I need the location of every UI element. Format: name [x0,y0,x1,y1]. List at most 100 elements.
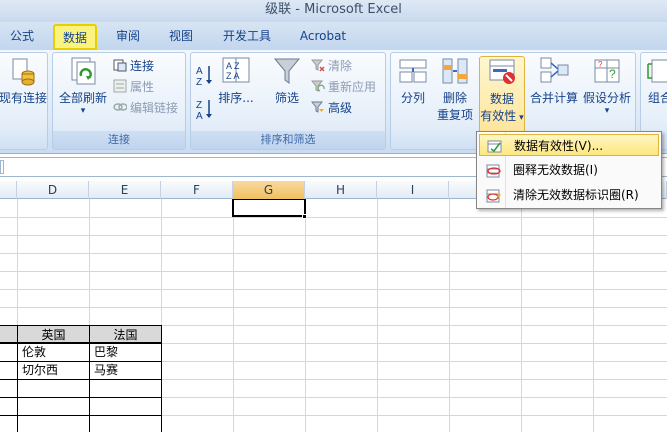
advanced-filter-icon [310,100,325,114]
group-sort-filter: AZ ZA A ZZ A 排序... 筛选 清除 重新应用 高级 排序和筛选 [190,52,386,150]
advanced-button[interactable]: 高级 [310,99,352,117]
properties-button[interactable]: 属性 [113,78,154,96]
connections-label: 连接 [130,59,155,73]
filter-label: 筛选 [274,91,299,105]
data-validation-label-2: 有效性 ▾ [480,109,524,123]
column-header-g[interactable]: G [233,181,305,199]
remove-duplicates-label-2: 重复项 [436,108,473,122]
edit-links-label: 编辑链接 [130,101,179,115]
properties-label: 属性 [130,80,155,94]
table-cell[interactable]: 巴黎 [90,343,161,361]
sort-za-text: Z A [226,71,240,81]
menu-item-label: 圈释无效数据(I) [513,163,598,177]
tab-view[interactable]: 视图 [163,24,199,50]
clear-button[interactable]: 清除 [310,57,353,75]
group-button[interactable]: 组合 [645,56,667,106]
name-box-edge[interactable] [0,160,4,174]
text-to-columns-button[interactable]: 分列 [395,56,431,106]
svg-text:?: ? [598,60,603,69]
group-get-external: 现有连接 [0,52,48,150]
group-connections-label: 连接 [53,131,185,149]
table-cell[interactable]: 切尔西 [18,361,89,379]
consolidate-button[interactable]: 合并计算 [528,56,580,106]
menu-item-circle-invalid[interactable]: 圈释无效数据(I) [479,159,659,181]
sort-descending-icon: ZA [196,100,212,122]
sort-ascending-button[interactable]: AZ [195,63,215,88]
link-icon [113,100,128,114]
sort-az-text: A Z [226,61,240,71]
table-header-cell[interactable] [0,325,18,343]
tab-formulas[interactable]: 公式 [4,24,40,50]
table-header-cell[interactable]: 英国 [17,325,90,343]
text-to-columns-label: 分列 [400,91,425,105]
circle-invalid-icon [486,163,502,178]
sort-ascending-icon: AZ [196,66,212,88]
svg-text:A: A [196,111,203,121]
svg-text:A: A [196,66,203,77]
group-sort-filter-label: 排序和筛选 [191,131,385,149]
tab-data[interactable]: 数据 [53,24,97,50]
existing-connections-label: 现有连接 [0,91,48,105]
worksheet-grid[interactable]: 英国 法国 伦敦 巴黎 切尔西 马赛 [0,199,667,432]
connections-button[interactable]: 连接 [113,57,154,75]
remove-duplicates-button[interactable]: 删除 重复项 [435,56,475,123]
group-connections: 全部刷新 ▾ 连接 属性 编辑链接 连接 [52,52,186,150]
window-title: 级联 - Microsoft Excel [265,2,402,17]
tab-acrobat[interactable]: Acrobat [294,24,352,50]
column-header-c-partial[interactable] [0,181,17,199]
sort-descending-button[interactable]: ZA [195,97,215,122]
column-header-h[interactable]: H [305,181,377,199]
table-cell[interactable]: 伦敦 [18,343,89,361]
properties-icon [113,79,127,93]
remove-duplicates-label-1: 删除 [442,91,467,105]
svg-text:Z: Z [196,100,202,111]
sort-button[interactable]: A ZZ A 排序... [217,56,255,106]
menu-item-clear-circles[interactable]: 清除无效数据标识圈(R) [479,184,659,206]
ribbon-tabs: 公式 数据 审阅 视图 开发工具 Acrobat [0,22,667,50]
clear-label: 清除 [328,59,353,73]
column-header-i[interactable]: I [377,181,449,199]
reapply-label: 重新应用 [328,80,377,94]
fill-handle[interactable] [302,214,307,219]
column-header-d[interactable]: D [17,181,89,199]
refresh-all-label: 全部刷新 [58,91,107,105]
chevron-down-icon: ▾ [604,106,610,116]
reapply-button[interactable]: 重新应用 [310,78,377,96]
data-validation-menu: 数据有效性(V)... 圈释无效数据(I) 清除无效数据标识圈(R) [476,131,662,209]
title-bar: 级联 - Microsoft Excel [0,0,667,22]
clear-circles-icon [486,188,502,203]
sort-dialog-icon: A ZZ A [222,56,250,86]
connections-icon [113,58,127,72]
active-cell[interactable] [232,199,306,217]
filter-button[interactable]: 筛选 [269,56,305,106]
group-icon [646,56,667,86]
table-cell[interactable]: 马赛 [90,361,161,379]
menu-item-label: 数据有效性(V)... [514,139,604,153]
data-validation-button[interactable]: 数据 有效性 ▾ [479,56,525,136]
tab-review[interactable]: 审阅 [110,24,146,50]
sort-label: 排序... [218,91,254,105]
svg-text:?: ? [609,67,616,81]
column-header-f[interactable]: F [161,181,233,199]
remove-duplicates-icon [441,56,469,86]
existing-connections-button[interactable]: 现有连接 [0,56,47,106]
database-icon [9,56,37,86]
text-to-columns-icon [399,56,427,86]
menu-item-data-validation[interactable]: 数据有效性(V)... [479,134,659,156]
tab-developer[interactable]: 开发工具 [218,24,276,50]
chevron-down-icon: ▾ [80,106,86,116]
svg-text:Z: Z [196,77,202,87]
column-header-e[interactable]: E [89,181,161,199]
table-header-cell[interactable]: 法国 [89,325,162,343]
group-label: 组合 [647,91,667,105]
refresh-icon [69,56,97,86]
data-validation-icon [488,57,516,87]
menu-item-label: 清除无效数据标识圈(R) [513,188,639,202]
edit-links-button[interactable]: 编辑链接 [113,99,178,117]
chevron-down-icon: ▾ [516,113,524,123]
what-if-analysis-button[interactable]: ?? 假设分析 ▾ [581,56,633,116]
reapply-icon [310,79,325,93]
data-validation-label-1: 数据 [489,92,514,106]
refresh-all-button[interactable]: 全部刷新 ▾ [57,56,109,116]
what-if-label: 假设分析 [582,91,631,105]
